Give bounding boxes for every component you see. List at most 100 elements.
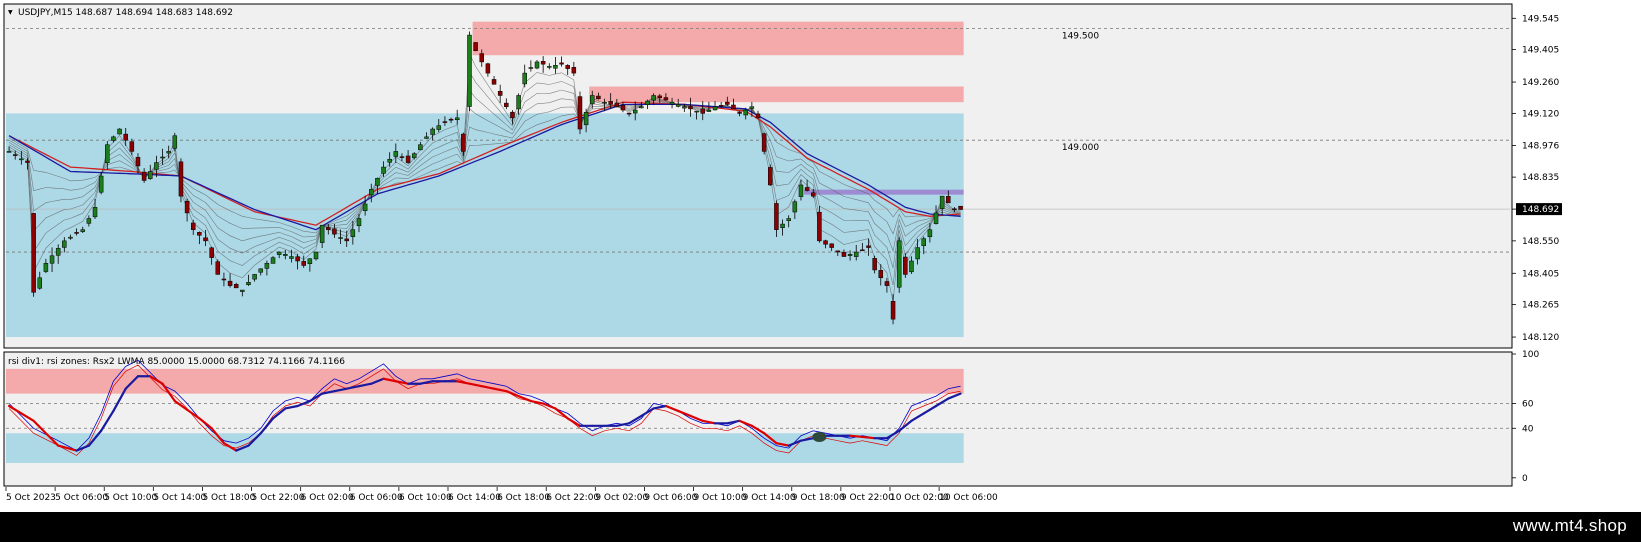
candle (289, 256, 294, 259)
candle (276, 251, 282, 255)
candle (430, 128, 435, 135)
candle (645, 100, 650, 105)
rsi-supply-zone (6, 368, 964, 394)
candle (853, 251, 859, 257)
candle (933, 212, 939, 224)
candle (958, 205, 963, 210)
candle (375, 177, 380, 186)
candle (780, 223, 785, 228)
candle (436, 125, 442, 130)
supply-zone (589, 86, 964, 103)
candle (461, 133, 466, 152)
time-tick-label: 6 Oct 18:00 (497, 493, 550, 503)
candle (534, 61, 540, 69)
candle (467, 34, 472, 107)
candle (80, 229, 85, 232)
rsi-tick-label: 60 (1522, 400, 1534, 410)
candle (798, 184, 804, 197)
rsi-slow-segment (848, 434, 864, 439)
candle (37, 277, 43, 289)
level-label: 149.500 (1062, 31, 1099, 41)
candle (614, 102, 620, 107)
candle (915, 247, 920, 260)
candle (553, 65, 558, 69)
time-tick-label: 6 Oct 06:00 (350, 493, 403, 503)
time-tick-label: 5 Oct 2023 (6, 493, 56, 503)
time-tick-label: 6 Oct 14:00 (448, 493, 501, 503)
candle (632, 109, 638, 114)
time-tick-label: 6 Oct 22:00 (546, 493, 599, 503)
candle (49, 255, 55, 264)
candle (31, 213, 36, 293)
candle (768, 167, 773, 186)
candle (166, 151, 171, 154)
candle (129, 141, 135, 152)
price-tick-label: 149.405 (1522, 46, 1559, 56)
candle (921, 238, 926, 246)
candle (706, 109, 712, 112)
candle (927, 229, 933, 238)
candle (504, 102, 509, 107)
time-tick-label: 9 Oct 02:00 (595, 493, 648, 503)
last-price-label: 148.692 (1522, 205, 1559, 215)
candle (663, 97, 669, 101)
candle (669, 101, 675, 105)
candle (651, 95, 656, 101)
candle (160, 156, 165, 159)
time-tick-label: 9 Oct 22:00 (841, 493, 894, 503)
candle (338, 237, 343, 239)
candle (283, 254, 288, 256)
candle (227, 280, 233, 286)
chart-canvas[interactable]: 149.500 149.000 149.545 149.405 149.260 149.… (0, 0, 1641, 512)
candle (313, 251, 319, 260)
candle (528, 67, 534, 69)
candle (148, 171, 153, 179)
level-label: 149.000 (1062, 143, 1099, 153)
candle (786, 218, 791, 221)
candle (92, 207, 98, 218)
candle (141, 171, 147, 181)
menu-triangle-icon[interactable]: ▼ (8, 9, 13, 16)
candle (755, 113, 761, 119)
candle (737, 112, 742, 114)
time-tick-label: 5 Oct 22:00 (252, 493, 305, 503)
candle (946, 196, 951, 204)
candle (43, 262, 49, 272)
candle (105, 144, 110, 164)
candle (393, 151, 399, 157)
candle (362, 203, 368, 212)
candle (878, 270, 884, 279)
candle (123, 133, 128, 141)
candle (154, 162, 159, 170)
candle (117, 128, 122, 135)
candle (884, 281, 890, 286)
candle (952, 208, 957, 211)
candle (743, 109, 748, 116)
candle (270, 257, 276, 264)
candle (68, 236, 73, 239)
candle (596, 95, 601, 100)
candle (522, 72, 527, 85)
candle (19, 158, 24, 161)
symbol-header: USDJPY,M15 148.687 148.694 148.683 148.6… (18, 8, 233, 18)
candle (847, 254, 853, 256)
time-tick-label: 6 Oct 10:00 (399, 493, 452, 503)
candle (939, 195, 945, 209)
candle (215, 261, 221, 275)
price-tick-label: 149.260 (1522, 78, 1559, 88)
price-tick-label: 148.835 (1522, 173, 1559, 183)
candle (866, 245, 871, 248)
brand-watermark: www.mt4.shop (1512, 516, 1627, 535)
candle (12, 154, 18, 156)
candle (810, 192, 816, 197)
candle (98, 175, 104, 193)
price-tick-label: 149.120 (1522, 109, 1559, 119)
candle (6, 151, 12, 153)
rsi-tick-label: 100 (1522, 350, 1539, 360)
candle (841, 252, 847, 257)
candle (761, 133, 767, 152)
time-tick-label: 9 Oct 18:00 (792, 493, 845, 503)
time-tick-label: 6 Oct 02:00 (301, 493, 354, 503)
candle (497, 91, 503, 96)
candle (301, 261, 306, 266)
